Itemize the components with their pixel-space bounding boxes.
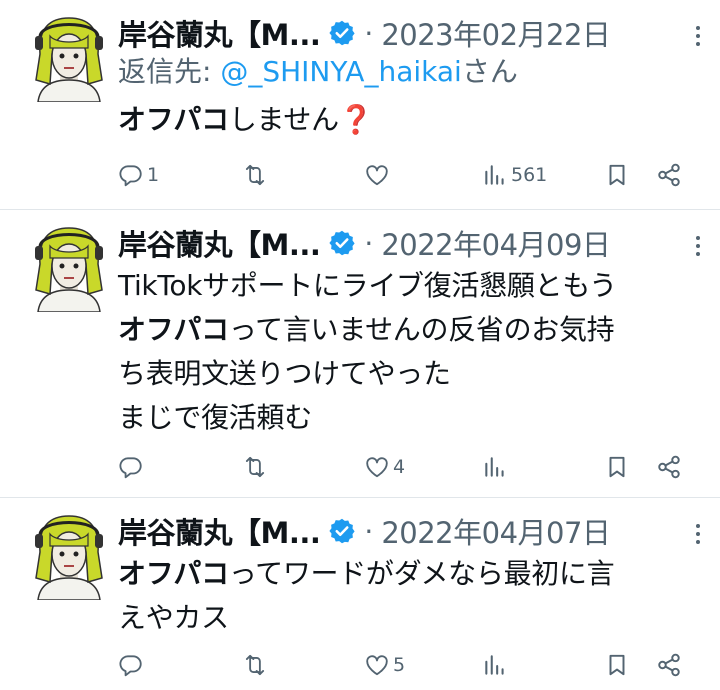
body-line: まじで復活頼む	[118, 401, 312, 434]
reply-to-suffix: さん	[461, 55, 518, 88]
verified-badge-icon	[328, 229, 356, 257]
tweet-text: オフパコってワードがダメなら最初に言 えやカス	[118, 552, 708, 640]
bookmark-button[interactable]	[604, 650, 630, 680]
tweet-text: TikTokサポートにライブ復活懇願ともう オフパコって言いませんの反省のお気持…	[118, 264, 708, 440]
like-count: 4	[393, 456, 406, 478]
separator: ·	[364, 16, 374, 50]
share-icon	[656, 162, 682, 188]
like-count: 5	[393, 654, 406, 676]
author-name[interactable]: 岸谷蘭丸【M...	[118, 510, 321, 552]
bold-text: オフパコ	[118, 103, 229, 136]
views-button[interactable]	[482, 452, 511, 482]
tweet-date[interactable]: 2022年04月07日	[381, 510, 611, 552]
body-text: しません	[228, 103, 339, 136]
tweet-text: オフパコしません❓	[118, 98, 708, 142]
bold-text: オフパコ	[118, 557, 229, 590]
like-button[interactable]	[364, 160, 393, 190]
views-count: 561	[511, 164, 548, 186]
bookmark-icon	[604, 652, 630, 678]
reply-to: 返信先: @_SHINYA_haikaiさん	[118, 52, 708, 92]
retweet-icon	[242, 162, 268, 188]
bookmark-icon	[604, 454, 630, 480]
tweet[interactable]: 岸谷蘭丸【M... · 2022年04月07日 オフパコってワードがダメなら最初…	[0, 498, 720, 690]
like-button[interactable]: 5	[364, 650, 405, 680]
views-icon	[482, 162, 508, 188]
body-text: ってワードがダメなら最初に言	[228, 557, 615, 590]
retweet-button[interactable]	[242, 452, 271, 482]
reply-to-handle[interactable]: @_SHINYA_haikai	[220, 55, 461, 88]
body-line: えやカス	[118, 601, 229, 634]
share-button[interactable]	[656, 650, 682, 680]
tweet[interactable]: 岸谷蘭丸【M... · 2022年04月09日 TikTokサポートにライブ復活…	[0, 210, 720, 498]
like-icon	[364, 454, 390, 480]
bookmark-button[interactable]	[604, 452, 630, 482]
body-line: オフパコってワードがダメなら最初に言	[118, 552, 708, 596]
body-line: TikTokサポートにライブ復活懇願ともう	[118, 269, 617, 302]
share-button[interactable]	[656, 452, 682, 482]
share-icon	[656, 652, 682, 678]
author-name[interactable]: 岸谷蘭丸【M...	[118, 222, 321, 264]
reply-button[interactable]	[118, 452, 147, 482]
bookmark-button[interactable]	[604, 160, 630, 190]
like-button[interactable]: 4	[364, 452, 405, 482]
reply-button[interactable]	[118, 650, 147, 680]
body-line: ち表明文送りつけてやった	[118, 357, 451, 390]
author-name[interactable]: 岸谷蘭丸【M...	[118, 12, 321, 54]
retweet-icon	[242, 454, 268, 480]
reply-icon	[118, 454, 144, 480]
tweet-date[interactable]: 2023年02月22日	[381, 12, 611, 54]
body-text: って言いませんの反省のお気持	[228, 313, 615, 346]
retweet-button[interactable]	[242, 160, 271, 190]
reply-count: 1	[147, 164, 160, 186]
avatar[interactable]	[30, 14, 108, 102]
more-icon[interactable]	[696, 232, 702, 260]
reply-button[interactable]: 1	[118, 160, 159, 190]
views-button[interactable]: 561	[482, 160, 547, 190]
bookmark-icon	[604, 162, 630, 188]
share-icon	[656, 454, 682, 480]
like-icon	[364, 162, 390, 188]
avatar[interactable]	[30, 224, 108, 312]
like-icon	[364, 652, 390, 678]
reply-icon	[118, 162, 144, 188]
avatar[interactable]	[30, 512, 108, 600]
more-icon[interactable]	[696, 520, 702, 548]
verified-badge-icon	[328, 19, 356, 47]
reply-icon	[118, 652, 144, 678]
retweet-icon	[242, 652, 268, 678]
verified-badge-icon	[328, 517, 356, 545]
tweet[interactable]: 岸谷蘭丸【M... · 2023年02月22日 返信先: @_SHINYA_ha…	[0, 0, 720, 210]
separator: ·	[364, 226, 374, 260]
body-line: オフパコって言いませんの反省のお気持	[118, 308, 708, 352]
views-icon	[482, 454, 508, 480]
views-icon	[482, 652, 508, 678]
more-icon[interactable]	[696, 22, 702, 50]
separator: ·	[364, 514, 374, 548]
share-button[interactable]	[656, 160, 682, 190]
reply-to-prefix: 返信先:	[118, 55, 221, 88]
bold-text: オフパコ	[118, 313, 229, 346]
retweet-button[interactable]	[242, 650, 271, 680]
question-emoji: ❓	[338, 103, 374, 136]
tweet-date[interactable]: 2022年04月09日	[381, 222, 611, 264]
views-button[interactable]	[482, 650, 511, 680]
